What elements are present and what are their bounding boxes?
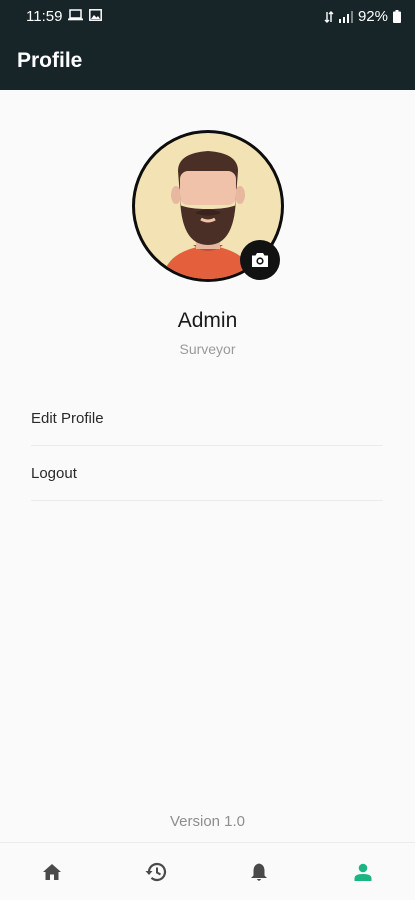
logout-item[interactable]: Logout bbox=[31, 446, 383, 501]
bottom-nav bbox=[0, 842, 415, 900]
home-icon bbox=[42, 863, 61, 880]
user-name: Admin bbox=[177, 309, 238, 332]
status-time: 11:59 bbox=[26, 8, 63, 25]
nav-history[interactable] bbox=[104, 843, 208, 900]
laptop-icon bbox=[68, 9, 83, 21]
person-icon bbox=[354, 863, 372, 881]
status-bar: 11:59 92% bbox=[0, 0, 415, 32]
nav-profile[interactable] bbox=[311, 843, 415, 900]
image-icon bbox=[89, 9, 102, 21]
camera-icon bbox=[252, 253, 268, 267]
nav-notifications[interactable] bbox=[208, 843, 312, 900]
menu-item-label: Logout bbox=[31, 465, 77, 482]
status-icons-left bbox=[68, 9, 102, 21]
avatar-container bbox=[132, 130, 284, 282]
battery-icon bbox=[393, 10, 401, 23]
battery-percent: 92% bbox=[357, 8, 388, 25]
status-icons-right: 92% bbox=[324, 8, 401, 25]
change-photo-button[interactable] bbox=[240, 240, 280, 280]
signal-icon bbox=[338, 10, 353, 23]
version-label: Version 1.0 bbox=[169, 813, 246, 830]
menu-item-label: Edit Profile bbox=[31, 410, 104, 427]
user-role: Surveyor bbox=[179, 341, 236, 357]
history-icon bbox=[145, 862, 166, 881]
bell-icon bbox=[251, 863, 268, 881]
edit-profile-item[interactable]: Edit Profile bbox=[31, 391, 383, 446]
page-title: Profile bbox=[17, 49, 83, 72]
data-icon bbox=[324, 10, 334, 23]
app-bar: Profile bbox=[0, 32, 415, 90]
nav-home[interactable] bbox=[0, 843, 104, 900]
